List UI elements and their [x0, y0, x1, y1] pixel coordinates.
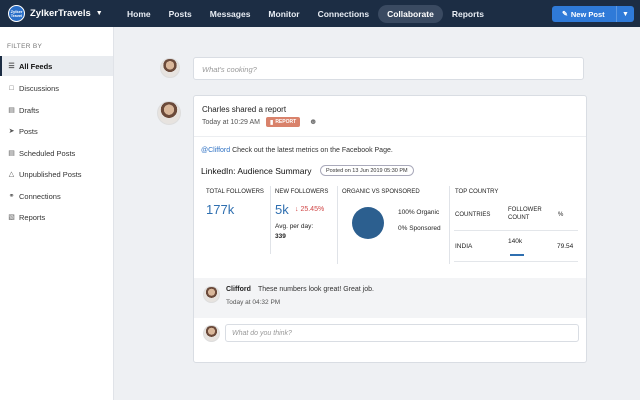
comment-list: Clifford These numbers look great! Great… [194, 278, 586, 318]
divider [270, 186, 271, 254]
sidebar-item-posts[interactable]: ➤ Posts [0, 121, 113, 141]
organic-value: 100% Organic [398, 209, 440, 216]
sidebar-item-label: Reports [19, 212, 46, 222]
sponsored-value: 0% Sponsored [398, 225, 441, 232]
sidebar-item-reports[interactable]: ▧ Reports [0, 207, 113, 227]
avg-per-day-value: 339 [275, 233, 286, 240]
divider [454, 261, 578, 262]
sidebar-item-connections[interactable]: ⚭ Connections [0, 186, 113, 206]
chat-icon: □ [9, 84, 14, 92]
sidebar-item-label: Connections [19, 191, 61, 201]
divider [449, 186, 450, 264]
sidebar-item-label: All Feeds [19, 61, 53, 71]
sidebar-item-unpublished-posts[interactable]: △ Unpublished Posts [0, 164, 113, 184]
divider [194, 136, 586, 137]
warning-icon: △ [8, 171, 15, 178]
avatar [203, 325, 220, 342]
main-nav: Home Posts Messages Monitor Connections … [118, 0, 493, 27]
avatar [203, 286, 220, 303]
change-value: 25.45% [300, 206, 325, 213]
total-followers-value: 177k [206, 202, 235, 217]
list-icon: ☰ [8, 63, 15, 70]
brand-name: ZylkerTravels [30, 8, 91, 19]
avatar [157, 101, 181, 125]
follower-count-bar [510, 254, 524, 256]
change-indicator: ↓ 25.45% [295, 206, 324, 213]
bar-chart-icon: ▮ [270, 119, 274, 126]
new-followers-label: NEW FOLLOWERS [275, 189, 329, 195]
avg-per-day-label: Avg. per day: [275, 223, 314, 230]
nav-collaborate[interactable]: Collaborate [378, 4, 443, 23]
sidebar-item-label: Drafts [19, 105, 40, 115]
country-cell: INDIA [455, 243, 473, 250]
nav-messages[interactable]: Messages [201, 5, 260, 23]
new-post-label: New Post [570, 9, 605, 19]
comment-author[interactable]: Clifford [226, 286, 251, 293]
sidebar: FILTER BY ☰ All Feeds □ Discussions ▤ Dr… [0, 27, 114, 400]
top-country-label: TOP COUNTRY [455, 189, 499, 195]
brand-switcher[interactable]: Zylker Travel ZylkerTravels ▼ [8, 5, 103, 22]
percent-cell: 79.54 [557, 243, 574, 250]
sidebar-item-drafts[interactable]: ▤ Drafts [0, 100, 113, 120]
sidebar-item-label: Scheduled Posts [19, 148, 76, 158]
filter-by-label: FILTER BY [7, 43, 43, 50]
nav-home[interactable]: Home [118, 5, 160, 23]
post-message: @Clifford Check out the latest metrics o… [201, 147, 393, 154]
draft-icon: ▤ [8, 107, 15, 114]
reports-icon: ▧ [8, 214, 15, 221]
arrow-down-icon: ↓ [295, 206, 299, 213]
sidebar-item-label: Discussions [19, 83, 60, 93]
sidebar-item-label: Unpublished Posts [19, 169, 82, 179]
nav-connections[interactable]: Connections [309, 5, 378, 23]
sidebar-item-all-feeds[interactable]: ☰ All Feeds [0, 56, 113, 76]
avatar [160, 58, 180, 78]
sidebar-item-label: Posts [19, 126, 38, 136]
new-post-main[interactable]: ✎ New Post [552, 10, 616, 19]
follower-count-column-header: FOLLOWER COUNT [508, 207, 542, 221]
countries-column-header: COUNTRIES [455, 212, 491, 218]
new-post-dropdown-icon[interactable]: ▼ [617, 11, 634, 18]
percent-column-header: % [558, 212, 564, 218]
sidebar-item-scheduled-posts[interactable]: ▤ Scheduled Posts [0, 143, 113, 163]
nav-reports[interactable]: Reports [443, 5, 493, 23]
total-followers-label: TOTAL FOLLOWERS [206, 189, 264, 195]
posted-date-pill: Posted on 13 Jun 2019 05:30 PM [320, 165, 414, 176]
post-title: Charles shared a report [202, 105, 287, 114]
report-title: LinkedIn: Audience Summary [201, 166, 312, 176]
chevron-down-icon: ▼ [95, 10, 103, 17]
new-post-button[interactable]: ✎ New Post ▼ [552, 6, 634, 22]
comment-time: Today at 04:32 PM [226, 299, 281, 306]
comment-text: These numbers look great! Great job. [258, 286, 374, 293]
brand-logo: Zylker Travel [8, 5, 25, 22]
divider [454, 230, 578, 231]
organic-pie-chart [352, 207, 384, 239]
follower-count-cell: 140k [508, 238, 523, 245]
report-badge-label: REPORT [275, 119, 297, 125]
connections-icon: ⚭ [8, 193, 15, 200]
top-navigation-bar: Zylker Travel ZylkerTravels ▼ Home Posts… [0, 0, 640, 27]
feed-post-card: Charles shared a report Today at 10:29 A… [193, 95, 587, 363]
composer-input[interactable]: What's cooking? [193, 57, 584, 80]
mention-link[interactable]: @Clifford [201, 147, 230, 154]
calendar-icon: ▤ [8, 150, 15, 157]
reply-input[interactable]: What do you think? [225, 324, 579, 342]
post-time: Today at 10:29 AM [202, 119, 260, 126]
post-message-text: Check out the latest metrics on the Face… [232, 147, 393, 154]
nav-monitor[interactable]: Monitor [259, 5, 308, 23]
divider [337, 186, 338, 264]
new-followers-value: 5k [275, 202, 289, 217]
people-icon[interactable]: ☻ [309, 117, 317, 126]
send-icon: ➤ [8, 128, 15, 135]
organic-vs-sponsored-label: ORGANIC VS SPONSORED [342, 189, 420, 195]
pen-icon: ✎ [562, 11, 568, 18]
nav-posts[interactable]: Posts [160, 5, 201, 23]
sidebar-item-discussions[interactable]: □ Discussions [0, 78, 113, 98]
report-badge: ▮ REPORT [266, 117, 301, 127]
